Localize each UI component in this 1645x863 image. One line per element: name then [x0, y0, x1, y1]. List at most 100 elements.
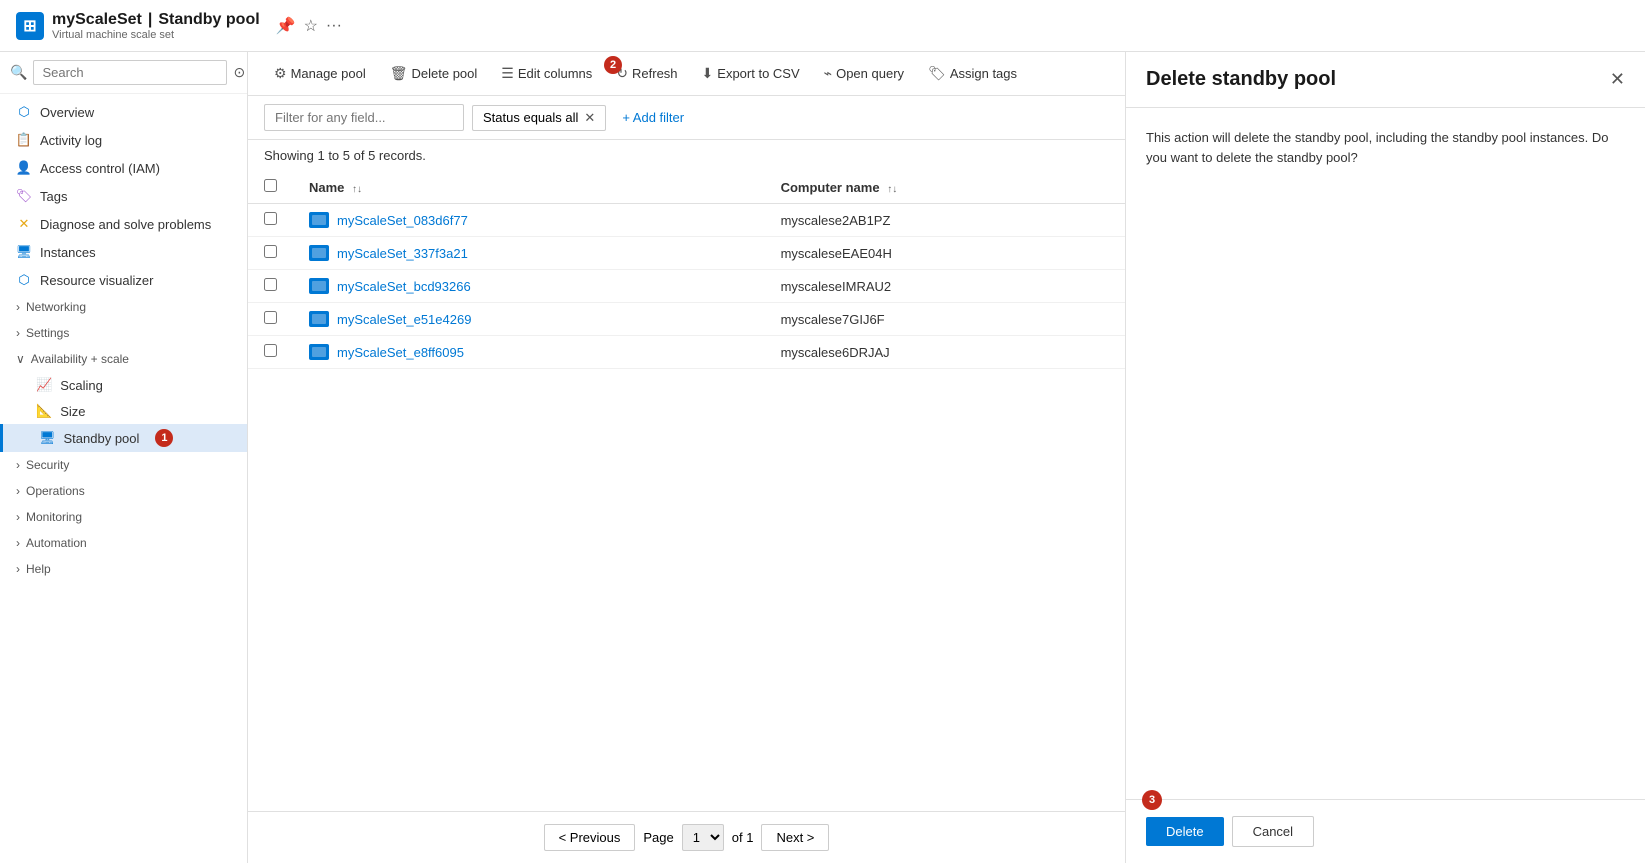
- sidebar-label-networking: Networking: [26, 300, 86, 314]
- sidebar-group-help[interactable]: › Help: [0, 556, 247, 582]
- star-icon[interactable]: ☆: [304, 16, 318, 36]
- page-label: Page: [643, 830, 673, 845]
- col-computer-name-label: Computer name: [781, 180, 880, 195]
- more-icon[interactable]: ···: [326, 17, 342, 35]
- export-csv-button[interactable]: ⬇ Export to CSV: [692, 60, 810, 87]
- content-area: ⚙ Manage pool 🗑 Delete pool 2 ☰ Edit col…: [248, 52, 1125, 863]
- col-name-header[interactable]: Name ↑↓: [293, 171, 765, 204]
- row-checkbox[interactable]: [264, 212, 277, 225]
- panel-description: This action will delete the standby pool…: [1146, 128, 1625, 167]
- page-select[interactable]: 1: [682, 824, 724, 851]
- panel-footer: 3 Delete Cancel: [1126, 799, 1645, 863]
- sidebar-label-standby-pool: Standby pool: [64, 431, 140, 446]
- pagination: < Previous Page 1 of 1 Next >: [248, 811, 1125, 863]
- diagnose-icon: ✕: [16, 216, 32, 232]
- sidebar-group-settings[interactable]: › Settings: [0, 320, 247, 346]
- standby-pool-badge: 1: [155, 429, 173, 447]
- panel-close-button[interactable]: ✕: [1610, 69, 1625, 90]
- manage-pool-label: Manage pool: [291, 66, 366, 81]
- sidebar-group-monitoring[interactable]: › Monitoring: [0, 504, 247, 530]
- pin-icon[interactable]: 📌: [276, 16, 296, 36]
- toolbar: ⚙ Manage pool 🗑 Delete pool 2 ☰ Edit col…: [248, 52, 1125, 96]
- col-name-sort[interactable]: ↑↓: [352, 184, 362, 195]
- sidebar-label-avail-scale: Availability + scale: [31, 352, 129, 366]
- filter-input[interactable]: [264, 104, 464, 131]
- sidebar-group-networking[interactable]: › Networking: [0, 294, 247, 320]
- sidebar-item-instances[interactable]: 🖥 Instances: [0, 238, 247, 266]
- data-table: Name ↑↓ Computer name ↑↓: [248, 171, 1125, 811]
- row-checkbox[interactable]: [264, 311, 277, 324]
- security-chevron: ›: [16, 458, 20, 472]
- table-row: myScaleSet_e51e4269 myscalese7GIJ6F: [248, 303, 1125, 336]
- add-filter-label: + Add filter: [622, 110, 684, 125]
- of-label: of 1: [732, 830, 754, 845]
- row-checkbox[interactable]: [264, 245, 277, 258]
- sidebar-item-iam[interactable]: 👤 Access control (IAM): [0, 154, 247, 182]
- sidebar-group-avail-scale[interactable]: ∨ Availability + scale: [0, 346, 247, 372]
- help-chevron: ›: [16, 562, 20, 576]
- networking-chevron: ›: [16, 300, 20, 314]
- sidebar-group-automation[interactable]: › Automation: [0, 530, 247, 556]
- panel-title: Delete standby pool: [1146, 68, 1336, 91]
- table-row: myScaleSet_083d6f77 myscalese2AB1PZ: [248, 204, 1125, 237]
- sidebar-label-activity-log: Activity log: [40, 133, 102, 148]
- row-checkbox[interactable]: [264, 278, 277, 291]
- sidebar-item-overview[interactable]: ⬡ Overview: [0, 98, 247, 126]
- standby-pool-icon: 🖥: [39, 430, 56, 446]
- delete-button[interactable]: Delete: [1146, 817, 1224, 846]
- row-name-link[interactable]: myScaleSet_bcd93266: [337, 279, 471, 294]
- page-title: Standby pool: [158, 11, 259, 29]
- assign-tags-button[interactable]: 🏷 Assign tags: [918, 60, 1027, 87]
- scaling-icon: 📈: [36, 377, 52, 393]
- add-filter-button[interactable]: + Add filter: [614, 105, 692, 130]
- manage-pool-button[interactable]: ⚙ Manage pool: [264, 60, 376, 87]
- sidebar-label-instances: Instances: [40, 245, 96, 260]
- row-name-cell: myScaleSet_e8ff6095: [293, 336, 765, 369]
- vm-icon: [309, 212, 329, 228]
- cancel-button[interactable]: Cancel: [1232, 816, 1314, 847]
- title-section: myScaleSet | Standby pool Virtual machin…: [52, 11, 260, 41]
- row-checkbox[interactable]: [264, 344, 277, 357]
- sidebar-group-operations[interactable]: › Operations: [0, 478, 247, 504]
- sidebar-group-security[interactable]: › Security: [0, 452, 247, 478]
- delete-pool-label: Delete pool: [412, 66, 478, 81]
- select-all-checkbox[interactable]: [264, 179, 277, 192]
- sidebar-label-security: Security: [26, 458, 69, 472]
- row-name-link[interactable]: myScaleSet_083d6f77: [337, 213, 468, 228]
- col-computer-name-sort[interactable]: ↑↓: [887, 184, 897, 195]
- sidebar: 🔍 ⊙ « ⬡ Overview 📋 Activity log 👤 Access…: [0, 52, 248, 863]
- previous-button[interactable]: < Previous: [544, 824, 636, 851]
- select-all-header: [248, 171, 293, 204]
- refresh-label: Refresh: [632, 66, 678, 81]
- sidebar-label-size: Size: [60, 404, 85, 419]
- open-query-button[interactable]: ⌁ Open query: [814, 60, 914, 87]
- sidebar-item-diagnose[interactable]: ✕ Diagnose and solve problems: [0, 210, 247, 238]
- sidebar-item-size[interactable]: 📐 Size: [0, 398, 247, 424]
- sidebar-controls: ⊙ «: [233, 64, 248, 81]
- sidebar-label-tags: Tags: [40, 189, 67, 204]
- table-row: myScaleSet_337f3a21 myscaleseEAE04H: [248, 237, 1125, 270]
- sidebar-item-standby-pool[interactable]: 🖥 Standby pool 1: [0, 424, 247, 452]
- row-name-link[interactable]: myScaleSet_e51e4269: [337, 312, 471, 327]
- edit-columns-button[interactable]: ☰ Edit columns: [491, 60, 602, 87]
- status-filter-close[interactable]: ✕: [584, 110, 595, 126]
- assign-tags-icon: 🏷: [928, 65, 946, 82]
- assign-tags-label: Assign tags: [950, 66, 1017, 81]
- vm-icon: [309, 245, 329, 261]
- filter-icon[interactable]: ⊙: [233, 64, 245, 81]
- sidebar-item-scaling[interactable]: 📈 Scaling: [0, 372, 247, 398]
- sidebar-item-tags[interactable]: 🏷 Tags: [0, 182, 247, 210]
- search-input[interactable]: [33, 60, 227, 85]
- vm-icon: [309, 344, 329, 360]
- app-title: myScaleSet: [52, 11, 142, 29]
- vm-icon: [309, 311, 329, 327]
- sidebar-item-activity-log[interactable]: 📋 Activity log: [0, 126, 247, 154]
- row-name-link[interactable]: myScaleSet_e8ff6095: [337, 345, 464, 360]
- panel-footer-badge: 3: [1142, 790, 1162, 810]
- delete-pool-button[interactable]: 🗑 Delete pool: [380, 60, 488, 87]
- next-button[interactable]: Next >: [761, 824, 829, 851]
- sidebar-label-diagnose: Diagnose and solve problems: [40, 217, 211, 232]
- row-name-link[interactable]: myScaleSet_337f3a21: [337, 246, 468, 261]
- sidebar-item-resource-viz[interactable]: ⬡ Resource visualizer: [0, 266, 247, 294]
- col-computer-name-header[interactable]: Computer name ↑↓: [765, 171, 1125, 204]
